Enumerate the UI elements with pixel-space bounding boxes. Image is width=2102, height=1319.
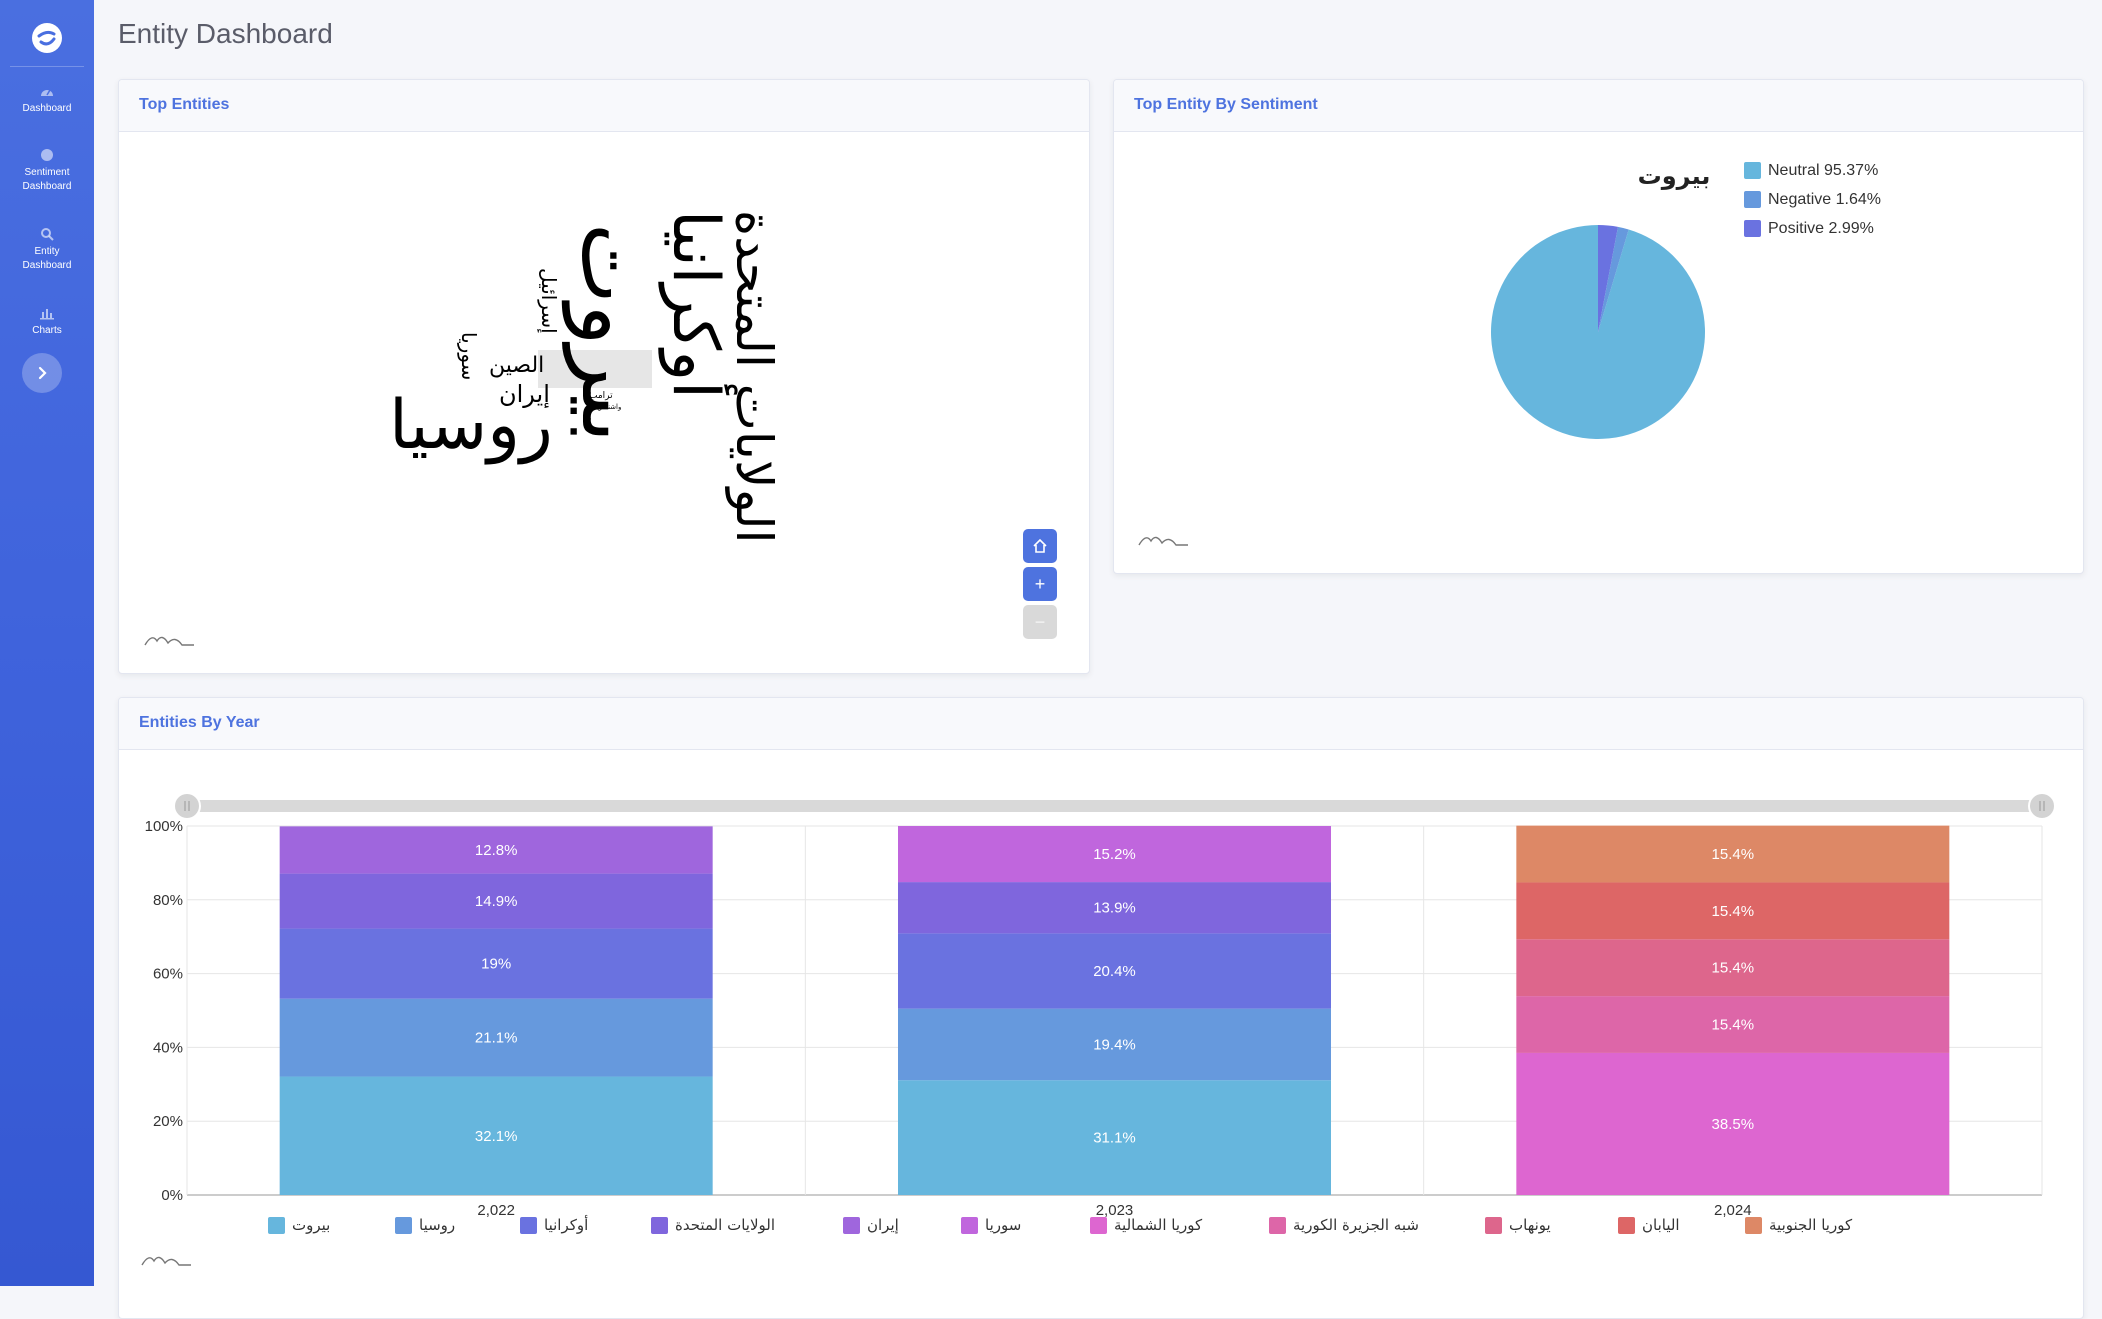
legend-swatch bbox=[843, 1216, 860, 1234]
legend-item[interactable]: اليابان bbox=[1618, 1216, 1680, 1234]
legend-label: الولايات المتحدة bbox=[675, 1216, 776, 1234]
y-tick-label: 100% bbox=[145, 818, 183, 835]
bar-data-label: 32.1% bbox=[475, 1128, 518, 1145]
scrollbar-end-grip[interactable] bbox=[2028, 792, 2056, 820]
legend-item[interactable]: روسيا bbox=[395, 1216, 455, 1234]
x-tick-label: 2,022 bbox=[477, 1202, 515, 1219]
legend-item[interactable]: سوريا bbox=[961, 1216, 1021, 1234]
bar-data-label: 19.4% bbox=[1093, 1036, 1136, 1053]
y-tick-label: 20% bbox=[153, 1113, 183, 1130]
legend-item[interactable]: أوكرانيا bbox=[520, 1216, 588, 1234]
entities-by-year-chart: 0% 20% 40% 60% 80% 100% 32.1% 21.1% 19% 14.9% 12.8… bbox=[145, 792, 2056, 1219]
legend-item[interactable]: الولايات المتحدة bbox=[651, 1216, 775, 1234]
bar-data-label: 15.2% bbox=[1093, 846, 1136, 863]
y-tick-label: 60% bbox=[153, 966, 183, 983]
bar-data-label: 15.4% bbox=[1712, 903, 1755, 920]
legend-swatch bbox=[520, 1216, 537, 1234]
legend-item[interactable]: كوريا الشمالية bbox=[1090, 1216, 1202, 1234]
bar-data-label: 15.4% bbox=[1712, 960, 1755, 977]
legend-swatch bbox=[1269, 1216, 1286, 1234]
legend-item[interactable]: شبه الجزيرة الكورية bbox=[1269, 1216, 1419, 1234]
legend-swatch bbox=[961, 1216, 978, 1234]
bar-data-label: 15.4% bbox=[1712, 846, 1755, 863]
legend-label: يونهاب bbox=[1509, 1216, 1551, 1234]
legend-label: بيروت bbox=[292, 1216, 331, 1234]
bar-data-label: 31.1% bbox=[1093, 1130, 1136, 1147]
bar-data-label: 21.1% bbox=[475, 1030, 518, 1047]
legend-label: إيران bbox=[867, 1216, 899, 1234]
bar-data-label: 19% bbox=[481, 956, 511, 973]
legend-swatch bbox=[268, 1216, 285, 1234]
legend-swatch bbox=[1745, 1216, 1762, 1234]
bar-data-label: 15.4% bbox=[1712, 1017, 1755, 1034]
bar-data-label: 12.8% bbox=[475, 842, 518, 859]
chart-scrollbar[interactable] bbox=[187, 800, 2042, 812]
legend-item[interactable]: إيران bbox=[843, 1216, 899, 1234]
bar-data-label: 14.9% bbox=[475, 893, 518, 910]
y-tick-label: 40% bbox=[153, 1039, 183, 1056]
legend-item[interactable]: يونهاب bbox=[1485, 1216, 1551, 1234]
legend-label: روسيا bbox=[419, 1216, 456, 1234]
y-tick-label: 0% bbox=[161, 1187, 183, 1204]
bar-data-label: 20.4% bbox=[1093, 963, 1136, 980]
legend-item[interactable]: بيروت bbox=[268, 1216, 330, 1234]
legend-label: كوريا الجنوبية bbox=[1769, 1216, 1853, 1234]
legend-swatch bbox=[395, 1216, 412, 1234]
legend-swatch bbox=[1485, 1216, 1502, 1234]
legend-label: سوريا bbox=[985, 1216, 1022, 1234]
legend-label: شبه الجزيرة الكورية bbox=[1293, 1216, 1419, 1234]
legend-label: كوريا الشمالية bbox=[1114, 1216, 1203, 1234]
legend-label: اليابان bbox=[1642, 1216, 1680, 1234]
legend-label: أوكرانيا bbox=[544, 1216, 589, 1234]
legend-item[interactable]: كوريا الجنوبية bbox=[1745, 1216, 1852, 1234]
y-tick-label: 80% bbox=[153, 892, 183, 909]
bar-data-label: 13.9% bbox=[1093, 900, 1136, 917]
legend-swatch bbox=[1090, 1216, 1107, 1234]
scrollbar-start-grip[interactable] bbox=[173, 792, 201, 820]
bar-data-label: 38.5% bbox=[1712, 1116, 1755, 1133]
legend-swatch bbox=[651, 1216, 668, 1234]
legend-swatch bbox=[1618, 1216, 1635, 1234]
